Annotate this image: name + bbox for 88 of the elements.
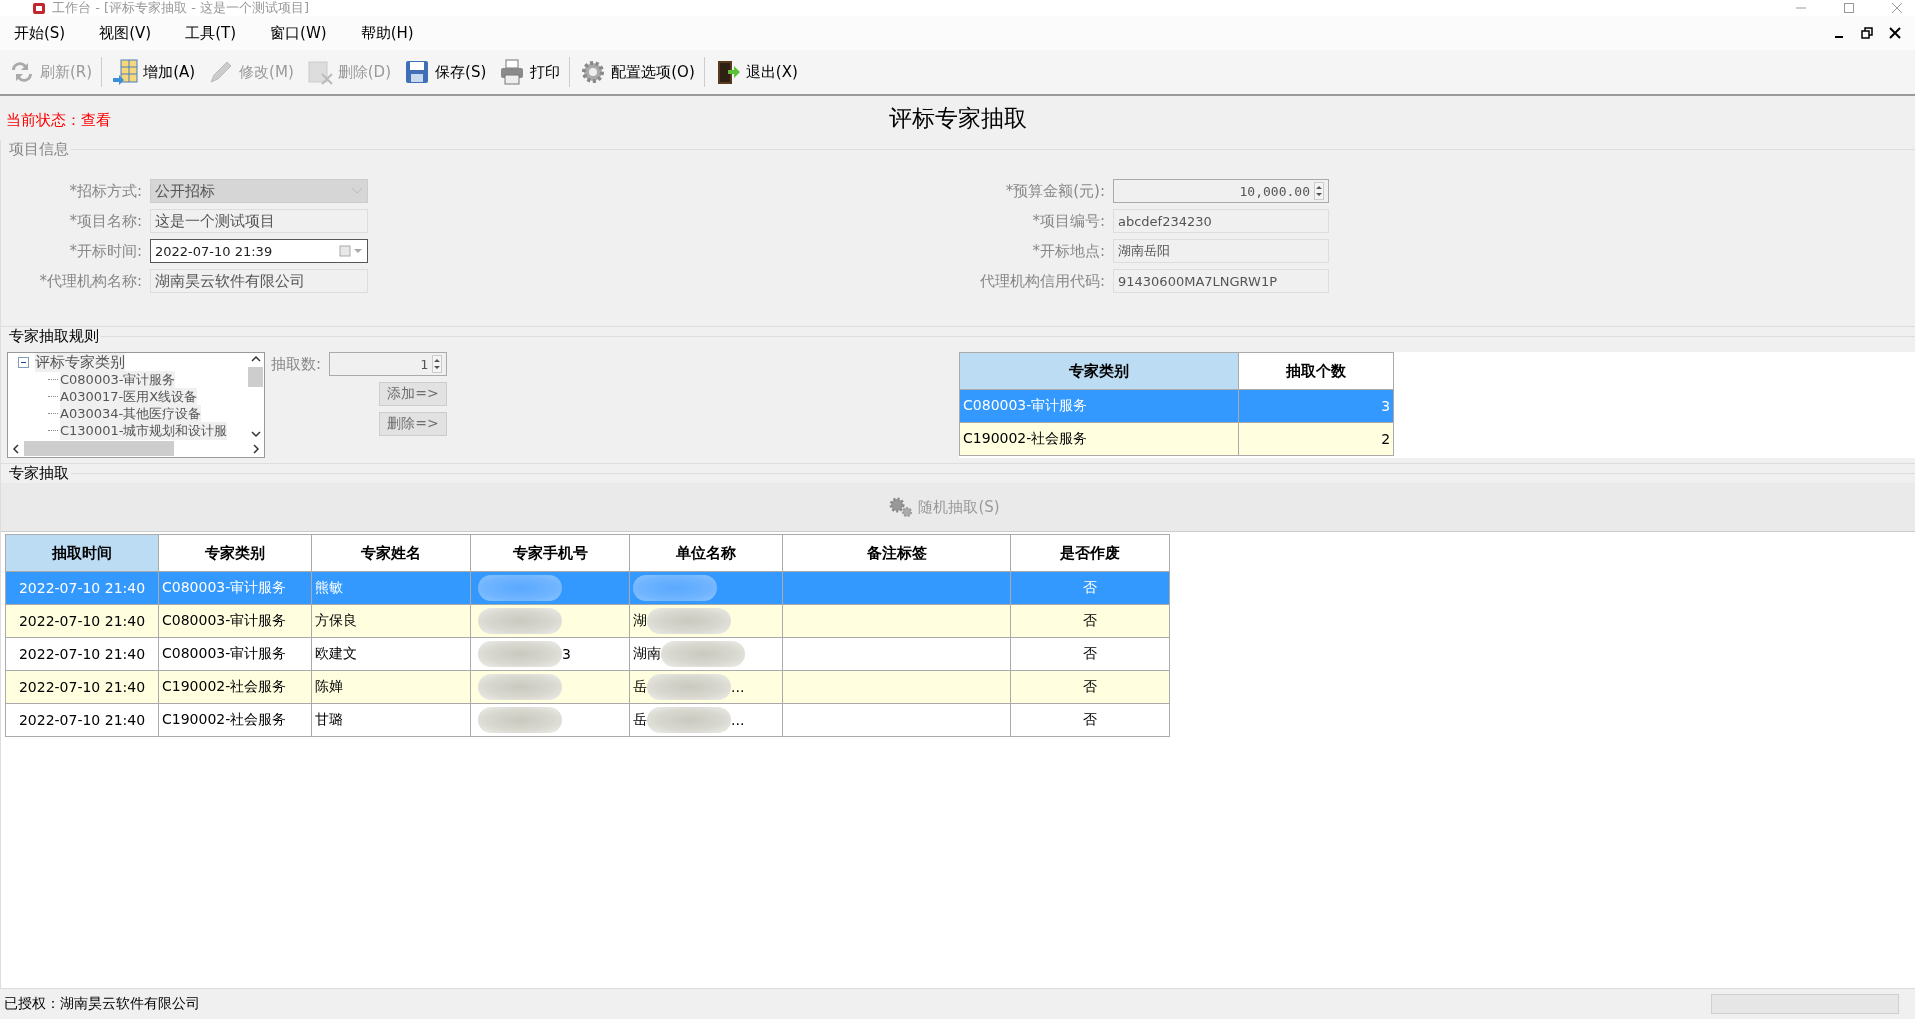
tree-item[interactable]: C130001-城市规划和设计服: [60, 421, 228, 440]
tree-item[interactable]: C080003-审计服务: [60, 370, 176, 389]
field-label: *开标时间:: [68, 241, 142, 261]
spinner-icon: [432, 355, 443, 373]
table-cell: 欧建文: [311, 637, 471, 671]
cell-text: 岳: [633, 678, 647, 696]
toolbar-button[interactable]: 退出(X): [707, 56, 804, 88]
table-cell: 甘璐: [311, 703, 471, 737]
table-cell: C080003-审计服务: [158, 604, 312, 638]
field-label: *项目名称:: [68, 211, 142, 231]
dropdown-icon: [351, 187, 363, 195]
status-text: 当前状态：查看: [6, 111, 111, 130]
cell-text: 岳: [633, 711, 647, 729]
table-cell: 否: [1010, 637, 1170, 671]
table-cell: C080003-审计服务: [158, 637, 312, 671]
scroll-down-icon: [250, 430, 261, 438]
menu-item[interactable]: 开始(S): [14, 19, 78, 47]
restore-icon[interactable]: [1861, 27, 1873, 39]
table-cell: C080003-审计服务: [959, 389, 1239, 423]
spinner-icon: [1314, 182, 1324, 200]
number-field[interactable]: 1: [329, 352, 448, 376]
table-cell: 陈婵: [311, 670, 471, 704]
menu-item[interactable]: 视图(V): [99, 19, 164, 47]
section-title: 专家抽取规则: [8, 327, 99, 346]
column-header[interactable]: 是否作废: [1010, 534, 1170, 572]
column-header[interactable]: 抽取个数: [1238, 352, 1394, 390]
collapse-icon[interactable]: [18, 357, 29, 368]
table-cell: 2022-07-10 21:40: [5, 571, 159, 605]
field-label: 抽取数:: [271, 354, 322, 374]
calendar-icon: [339, 245, 363, 257]
gears-icon: [888, 495, 915, 519]
cell-text: 湖南: [633, 645, 661, 663]
menu-item[interactable]: 帮助(H): [360, 19, 426, 47]
table-cell: 2022-07-10 21:40: [5, 670, 159, 704]
delete-icon: [305, 58, 334, 86]
table-cell: C080003-审计服务: [158, 571, 312, 605]
column-header[interactable]: 抽取时间: [5, 534, 159, 572]
page-title: 评标专家抽取: [888, 103, 1027, 133]
scroll-thumb[interactable]: [248, 367, 263, 387]
toolbar-button[interactable]: 增加(A): [105, 56, 202, 88]
scroll-thumb[interactable]: [24, 441, 174, 456]
toolbar-button[interactable]: 保存(S): [397, 56, 493, 88]
menu-item[interactable]: 工具(T): [185, 19, 249, 47]
field-label: *代理机构名称:: [38, 271, 142, 291]
scroll-right-icon: [252, 443, 260, 454]
table-cell: 否: [1010, 604, 1170, 638]
tree-item[interactable]: A030017-医用X线设备: [60, 387, 198, 406]
toolbar-button[interactable]: 打印: [492, 56, 567, 88]
field-label: *项目编号:: [1031, 211, 1105, 231]
table-cell: 2022-07-10 21:40: [5, 703, 159, 737]
column-header[interactable]: 专家姓名: [311, 534, 471, 572]
cell-text: 3: [562, 646, 571, 662]
column-header[interactable]: 专家类别: [158, 534, 312, 572]
maximize-icon[interactable]: [1843, 2, 1855, 14]
cell-text: ...: [731, 679, 745, 695]
column-header[interactable]: 专家手机号: [470, 534, 630, 572]
table-cell: 2022-07-10 21:40: [5, 604, 159, 638]
table-icon: [111, 58, 140, 86]
table-cell: 否: [1010, 703, 1170, 737]
field-label: 代理机构信用代码:: [978, 271, 1105, 291]
column-header[interactable]: 单位名称: [629, 534, 783, 572]
field-label: *预算金额(元):: [1004, 181, 1105, 201]
tree-item[interactable]: 评标专家类别: [35, 353, 125, 372]
field-label: *开标地点:: [1031, 241, 1105, 261]
field-label: *招标方式:: [68, 181, 142, 201]
section-title: 项目信息: [8, 140, 69, 159]
input-field[interactable]: 2022-07-10 21:39: [150, 239, 368, 263]
table-cell: 否: [1010, 571, 1170, 605]
section-title: 专家抽取: [8, 464, 69, 483]
scroll-left-icon: [12, 443, 20, 454]
table-cell: C190002-社会服务: [158, 703, 312, 737]
scroll-up-icon: [250, 355, 261, 363]
cell-text: ...: [731, 712, 745, 728]
close-icon[interactable]: [1889, 27, 1901, 39]
cell-text: 湖: [633, 612, 647, 630]
table-cell: 2: [1238, 422, 1394, 456]
menu-item[interactable]: 窗口(W): [270, 19, 339, 47]
column-header[interactable]: 专家类别: [959, 352, 1239, 390]
table-cell: 否: [1010, 670, 1170, 704]
table-cell: 2022-07-10 21:40: [5, 637, 159, 671]
table-cell: C190002-社会服务: [158, 670, 312, 704]
table-cell: C190002-社会服务: [959, 422, 1239, 456]
status-text: 已授权：湖南昊云软件有限公司: [4, 995, 200, 1013]
table-cell: 方保良: [311, 604, 471, 638]
toolbar-button[interactable]: 配置选项(O): [573, 56, 701, 88]
column-header[interactable]: 备注标签: [782, 534, 1011, 572]
table-cell: 熊敏: [311, 571, 471, 605]
table-cell: 3: [1238, 389, 1394, 423]
